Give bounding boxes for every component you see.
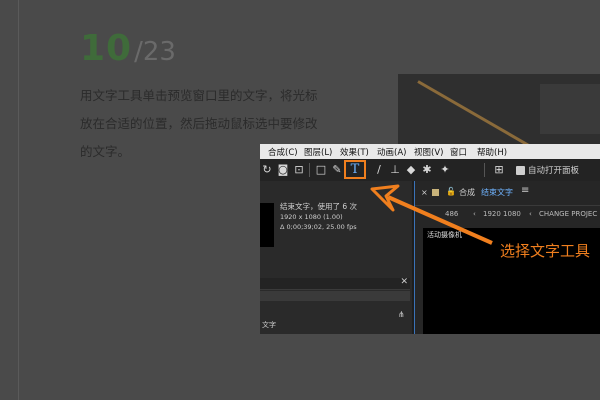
callout-label: 选择文字工具 [500,242,591,260]
callout-arrow [370,184,493,245]
